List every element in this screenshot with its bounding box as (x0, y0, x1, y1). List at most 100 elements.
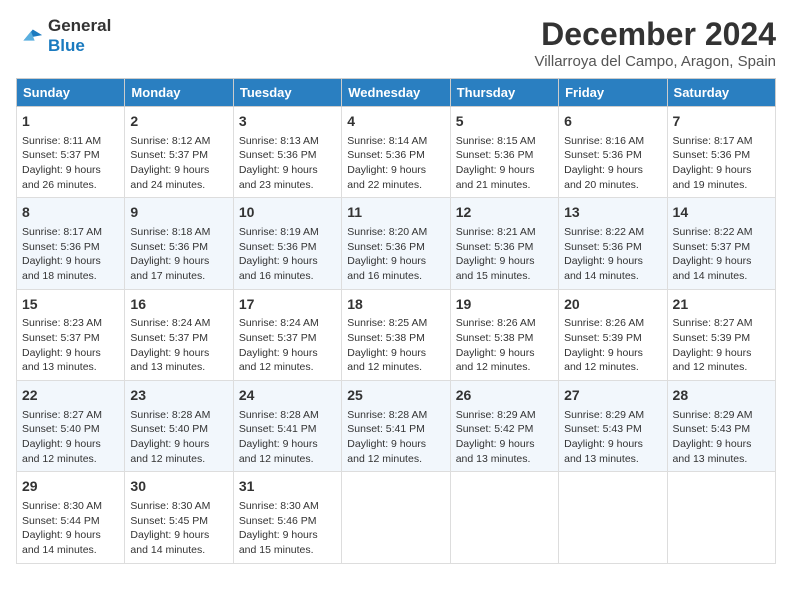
calendar-cell (450, 472, 558, 563)
daylight-label: Daylight: 9 hours and 13 minutes. (564, 438, 643, 465)
sunrise-label: Sunrise: 8:16 AM (564, 135, 644, 147)
calendar-cell: 18Sunrise: 8:25 AMSunset: 5:38 PMDayligh… (342, 289, 450, 380)
daylight-label: Daylight: 9 hours and 13 minutes. (22, 347, 101, 374)
day-number: 26 (456, 386, 553, 406)
daylight-label: Daylight: 9 hours and 16 minutes. (239, 255, 318, 282)
calendar-cell: 15 Sunrise: 8:23 AM Sunset: 5:37 PM Dayligh… (17, 289, 125, 380)
sunset-label: Sunset: 5:38 PM (456, 332, 534, 344)
logo: General Blue (16, 16, 111, 56)
sunset-label: Sunset: 5:36 PM (347, 241, 425, 253)
day-number: 1 (22, 112, 119, 132)
sunset-label: Sunset: 5:36 PM (673, 149, 751, 161)
calendar-cell: 30Sunrise: 8:30 AMSunset: 5:45 PMDayligh… (125, 472, 233, 563)
daylight-label: Daylight: 9 hours and 14 minutes. (564, 255, 643, 282)
day-number: 24 (239, 386, 336, 406)
header-tuesday: Tuesday (233, 79, 341, 107)
calendar-cell: 24Sunrise: 8:28 AMSunset: 5:41 PMDayligh… (233, 381, 341, 472)
day-number: 30 (130, 477, 227, 497)
calendar-cell: 2Sunrise: 8:12 AMSunset: 5:37 PMDaylight… (125, 107, 233, 198)
sunset-label: Sunset: 5:43 PM (673, 423, 751, 435)
day-number: 3 (239, 112, 336, 132)
sunset-label: Sunset: 5:36 PM (456, 149, 534, 161)
calendar-cell: 31Sunrise: 8:30 AMSunset: 5:46 PMDayligh… (233, 472, 341, 563)
daylight-label: Daylight: 9 hours and 15 minutes. (456, 255, 535, 282)
daylight-label: Daylight: 9 hours and 14 minutes. (22, 529, 101, 556)
day-number: 13 (564, 203, 661, 223)
calendar-cell: 3Sunrise: 8:13 AMSunset: 5:36 PMDaylight… (233, 107, 341, 198)
daylight-label: Daylight: 9 hours and 26 minutes. (22, 164, 101, 191)
calendar-cell (667, 472, 775, 563)
sunset-label: Sunset: 5:37 PM (22, 332, 100, 344)
day-number: 17 (239, 295, 336, 315)
header-saturday: Saturday (667, 79, 775, 107)
sunset-label: Sunset: 5:43 PM (564, 423, 642, 435)
calendar-table: Sunday Monday Tuesday Wednesday Thursday… (16, 78, 776, 564)
header-wednesday: Wednesday (342, 79, 450, 107)
daylight-label: Daylight: 9 hours and 23 minutes. (239, 164, 318, 191)
day-number: 18 (347, 295, 444, 315)
sunset-label: Sunset: 5:36 PM (456, 241, 534, 253)
sunrise-label: Sunrise: 8:11 AM (22, 135, 101, 147)
calendar-cell: 5Sunrise: 8:15 AMSunset: 5:36 PMDaylight… (450, 107, 558, 198)
page-title: December 2024 (534, 16, 776, 53)
day-number: 6 (564, 112, 661, 132)
calendar-cell (559, 472, 667, 563)
daylight-label: Daylight: 9 hours and 24 minutes. (130, 164, 209, 191)
daylight-label: Daylight: 9 hours and 12 minutes. (239, 347, 318, 374)
sunrise-label: Sunrise: 8:23 AM (22, 317, 102, 329)
daylight-label: Daylight: 9 hours and 19 minutes. (673, 164, 752, 191)
sunrise-label: Sunrise: 8:26 AM (564, 317, 644, 329)
sunrise-label: Sunrise: 8:28 AM (347, 409, 427, 421)
calendar-cell: 25Sunrise: 8:28 AMSunset: 5:41 PMDayligh… (342, 381, 450, 472)
day-number: 15 (22, 295, 119, 315)
sunrise-label: Sunrise: 8:14 AM (347, 135, 427, 147)
sunset-label: Sunset: 5:36 PM (347, 149, 425, 161)
calendar-cell: 6Sunrise: 8:16 AMSunset: 5:36 PMDaylight… (559, 107, 667, 198)
sunrise-label: Sunrise: 8:17 AM (22, 226, 102, 238)
header-monday: Monday (125, 79, 233, 107)
day-number: 19 (456, 295, 553, 315)
daylight-label: Daylight: 9 hours and 22 minutes. (347, 164, 426, 191)
daylight-label: Daylight: 9 hours and 18 minutes. (22, 255, 101, 282)
sunset-label: Sunset: 5:39 PM (564, 332, 642, 344)
day-number: 23 (130, 386, 227, 406)
sunset-label: Sunset: 5:40 PM (130, 423, 208, 435)
calendar-cell: 20 Sunrise: 8:26 AM Sunset: 5:39 PM Dayligh… (559, 289, 667, 380)
calendar-cell: 14Sunrise: 8:22 AMSunset: 5:37 PMDayligh… (667, 198, 775, 289)
calendar-week-row: 1Sunrise: 8:11 AMSunset: 5:37 PMDaylight… (17, 107, 776, 198)
daylight-label: Daylight: 9 hours and 12 minutes. (239, 438, 318, 465)
daylight-label: Daylight: 9 hours and 12 minutes. (564, 347, 643, 374)
calendar-week-row: 29Sunrise: 8:30 AMSunset: 5:44 PMDayligh… (17, 472, 776, 563)
calendar-cell: 22Sunrise: 8:27 AMSunset: 5:40 PMDayligh… (17, 381, 125, 472)
daylight-label: Daylight: 9 hours and 14 minutes. (130, 529, 209, 556)
sunset-label: Sunset: 5:36 PM (239, 241, 317, 253)
sunrise-label: Sunrise: 8:20 AM (347, 226, 427, 238)
sunrise-label: Sunrise: 8:19 AM (239, 226, 319, 238)
daylight-label: Daylight: 9 hours and 20 minutes. (564, 164, 643, 191)
calendar-cell (342, 472, 450, 563)
day-number: 22 (22, 386, 119, 406)
day-number: 31 (239, 477, 336, 497)
day-number: 20 (564, 295, 661, 315)
daylight-label: Daylight: 9 hours and 12 minutes. (347, 347, 426, 374)
calendar-cell: 16Sunrise: 8:24 AMSunset: 5:37 PMDayligh… (125, 289, 233, 380)
sunrise-label: Sunrise: 8:22 AM (673, 226, 753, 238)
calendar-cell: 23Sunrise: 8:28 AMSunset: 5:40 PMDayligh… (125, 381, 233, 472)
page-container: General Blue December 2024 Villarroya de… (16, 16, 776, 564)
calendar-cell: 13Sunrise: 8:22 AMSunset: 5:36 PMDayligh… (559, 198, 667, 289)
sunrise-label: Sunrise: 8:12 AM (130, 135, 210, 147)
day-number: 2 (130, 112, 227, 132)
day-number: 4 (347, 112, 444, 132)
calendar-header-row: Sunday Monday Tuesday Wednesday Thursday… (17, 79, 776, 107)
sunset-label: Sunset: 5:36 PM (130, 241, 208, 253)
sunrise-label: Sunrise: 8:21 AM (456, 226, 536, 238)
daylight-label: Daylight: 9 hours and 12 minutes. (22, 438, 101, 465)
day-number: 11 (347, 203, 444, 223)
calendar-cell: 12Sunrise: 8:21 AMSunset: 5:36 PMDayligh… (450, 198, 558, 289)
sunrise-label: Sunrise: 8:17 AM (673, 135, 753, 147)
daylight-label: Daylight: 9 hours and 13 minutes. (456, 438, 535, 465)
header-friday: Friday (559, 79, 667, 107)
calendar-week-row: 15 Sunrise: 8:23 AM Sunset: 5:37 PM Dayligh… (17, 289, 776, 380)
header: General Blue December 2024 Villarroya de… (16, 16, 776, 70)
sunrise-label: Sunrise: 8:18 AM (130, 226, 210, 238)
